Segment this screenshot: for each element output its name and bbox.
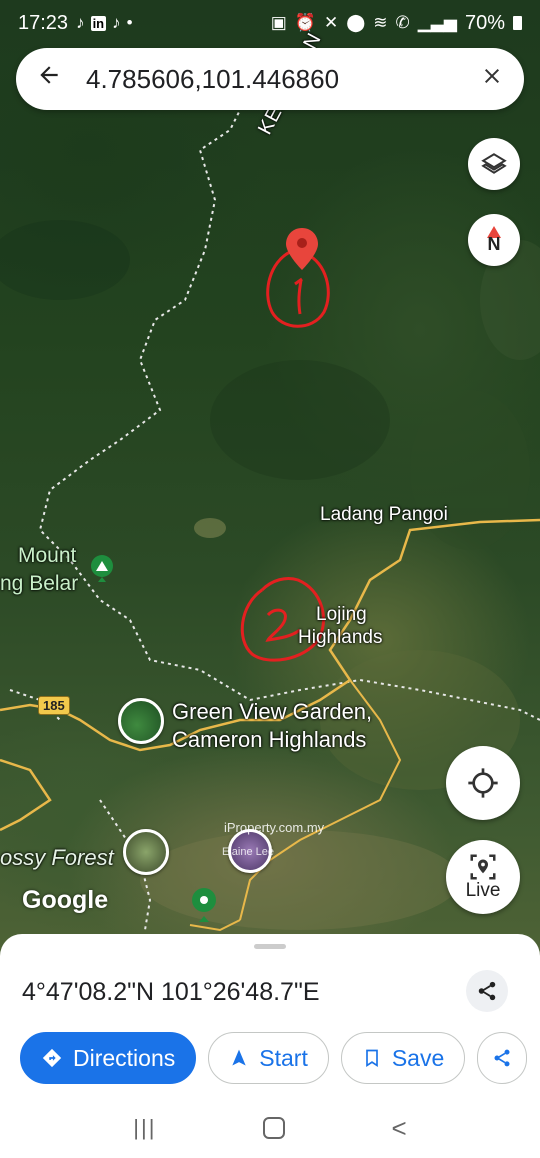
place-label-green-view-line1[interactable]: Green View Garden, — [172, 699, 372, 725]
save-button[interactable]: Save — [340, 1032, 466, 1084]
save-label: Save — [391, 1044, 445, 1071]
place-label-mount-line2[interactable]: ng Belar — [0, 572, 78, 596]
recents-button[interactable]: ||| — [133, 1115, 156, 1141]
map-canvas[interactable]: KELANTAN Ladang Pangoi Mount ng Belar Lo… — [0, 0, 540, 960]
signal-icon: ▁▃▅ — [417, 13, 457, 32]
directions-label: Directions — [73, 1044, 176, 1071]
bookmark-icon — [366, 1049, 378, 1068]
status-bar: 17:23 ♪ in ♪ • ▣ ⏰ ✕ ⬤ ≋ ✆ ▁▃▅ 70% — [0, 0, 540, 46]
battery-icon — [513, 16, 522, 30]
my-location-button[interactable] — [446, 746, 520, 820]
google-logo: Google — [22, 886, 109, 914]
live-view-icon — [470, 854, 496, 880]
start-label: Start — [259, 1044, 308, 1071]
live-view-button[interactable]: Live — [446, 840, 520, 914]
linkedin-icon: in — [90, 15, 107, 31]
place-label-green-view-line2[interactable]: Cameron Highlands — [172, 727, 366, 753]
tiktok-icon: ♪ — [112, 13, 121, 32]
lock-icon: ▣ — [270, 13, 287, 32]
watermark-user: Elaine Lee — [222, 846, 274, 858]
status-time: 17:23 — [18, 11, 69, 34]
navigation-arrow-icon — [232, 1049, 246, 1066]
directions-button[interactable]: Directions — [20, 1032, 197, 1084]
share-icon — [494, 1049, 510, 1067]
search-input[interactable]: 4.785606,101.446860 — [86, 64, 480, 95]
mossy-forest-photo-marker[interactable] — [123, 829, 169, 875]
place-label-mount-line1[interactable]: Mount — [18, 544, 76, 568]
wifi-call-icon: ✆ — [395, 13, 410, 32]
green-view-photo-marker[interactable] — [118, 698, 164, 744]
mountain-marker-icon — [91, 555, 113, 582]
layers-icon — [481, 153, 507, 174]
share-icon — [478, 981, 496, 1001]
wifi-icon: ≋ — [373, 13, 388, 32]
share-button[interactable] — [466, 970, 508, 1012]
place-label-ladang-pangoi[interactable]: Ladang Pangoi — [320, 504, 448, 526]
place-label-lojing-line2[interactable]: Highlands — [298, 627, 383, 649]
place-label-lojing-line1[interactable]: Lojing — [316, 604, 367, 626]
sheet-drag-handle[interactable] — [254, 944, 286, 949]
tiktok-icon: ♪ — [76, 13, 85, 32]
system-nav-bar: ||| < — [0, 1098, 540, 1158]
battery-percent: 70% — [464, 11, 505, 34]
search-bar[interactable]: 4.785606,101.446860 — [16, 48, 524, 110]
layers-button[interactable] — [468, 138, 520, 190]
action-chips: Directions Start Save — [20, 1032, 528, 1084]
iproperty-watermark: iProperty.com.my — [224, 820, 325, 835]
mute-icon: ✕ — [323, 13, 339, 32]
back-arrow-icon[interactable] — [36, 62, 76, 96]
location-pin-icon — [286, 228, 318, 270]
close-icon[interactable] — [480, 62, 504, 96]
route-number-badge: 185 — [38, 696, 70, 715]
terrain-overlay — [0, 99, 540, 932]
start-button[interactable]: Start — [208, 1032, 329, 1084]
directions-icon — [42, 1048, 62, 1068]
compass-label: N — [487, 233, 501, 254]
back-button[interactable]: < — [392, 1113, 407, 1144]
notification-dot: • — [126, 13, 133, 32]
home-button[interactable] — [262, 1117, 285, 1139]
share-chip-button[interactable] — [477, 1032, 528, 1084]
alarm-icon: ⏰ — [294, 13, 316, 32]
coordinates-text: 4°47'08.2"N 101°26'48.7"E — [22, 978, 320, 1006]
place-label-mossy-forest[interactable]: ossy Forest — [0, 845, 114, 871]
crosshair-icon — [468, 768, 498, 798]
live-view-label: Live — [465, 880, 501, 901]
compass-button[interactable]: N — [468, 214, 520, 266]
location-icon: ⬤ — [346, 13, 366, 32]
